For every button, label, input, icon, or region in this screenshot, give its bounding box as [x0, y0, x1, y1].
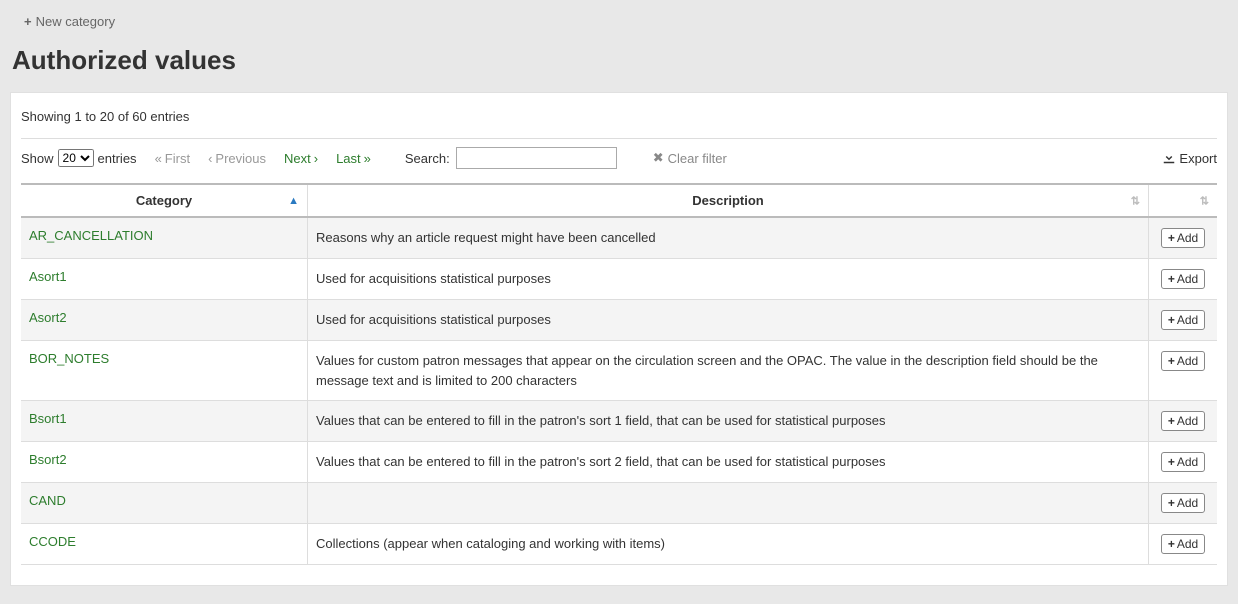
toolbar: Show 20 entries « First ‹ Previous Next …: [21, 139, 1217, 183]
entries-info: Showing 1 to 20 of 60 entries: [21, 103, 1217, 139]
category-cell: Asort2: [21, 300, 308, 341]
action-cell: +Add: [1149, 300, 1218, 341]
add-button[interactable]: +Add: [1161, 534, 1205, 554]
category-link[interactable]: Bsort2: [29, 452, 67, 467]
left-icon: ‹: [208, 151, 212, 166]
plus-icon: +: [1168, 496, 1175, 510]
description-cell: Reasons why an article request might hav…: [308, 217, 1149, 259]
clear-filter-link[interactable]: ✖ Clear filter: [653, 150, 727, 166]
show-select[interactable]: 20: [58, 149, 94, 167]
table-row: Asort2 Used for acquisitions statistical …: [21, 300, 1217, 341]
add-label: Add: [1177, 455, 1198, 469]
category-link[interactable]: CCODE: [29, 534, 76, 549]
col-actions: ⇅: [1149, 184, 1218, 217]
category-cell: Bsort2: [21, 442, 308, 483]
pagination-next[interactable]: Next ›: [284, 151, 318, 166]
add-button[interactable]: +Add: [1161, 452, 1205, 472]
category-link[interactable]: CAND: [29, 493, 66, 508]
right-icon: ›: [314, 151, 318, 166]
add-button[interactable]: +Add: [1161, 411, 1205, 431]
show-suffix: entries: [98, 151, 137, 166]
action-cell: +Add: [1149, 217, 1218, 259]
table-row: CCODE Collections (appear when cataloging…: [21, 524, 1217, 565]
download-icon: [1163, 152, 1175, 164]
action-cell: +Add: [1149, 483, 1218, 524]
pagination-first[interactable]: « First: [155, 151, 191, 166]
add-label: Add: [1177, 537, 1198, 551]
category-link[interactable]: Asort2: [29, 310, 67, 325]
description-cell: [308, 483, 1149, 524]
plus-icon: +: [1168, 537, 1175, 551]
add-button[interactable]: +Add: [1161, 228, 1205, 248]
description-cell: Values for custom patron messages that a…: [308, 341, 1149, 401]
search-input[interactable]: [456, 147, 617, 169]
add-button[interactable]: +Add: [1161, 269, 1205, 289]
add-label: Add: [1177, 272, 1198, 286]
action-cell: +Add: [1149, 524, 1218, 565]
category-link[interactable]: Asort1: [29, 269, 67, 284]
plus-icon: +: [24, 14, 32, 29]
description-cell: Values that can be entered to fill in th…: [308, 442, 1149, 483]
category-cell: Bsort1: [21, 401, 308, 442]
new-category-label: New category: [36, 14, 115, 29]
category-cell: AR_CANCELLATION: [21, 217, 308, 259]
toolbar-left: Show 20 entries « First ‹ Previous Next …: [21, 147, 727, 169]
table-row: Bsort1 Values that can be entered to fill…: [21, 401, 1217, 442]
table-row: AR_CANCELLATION Reasons why an article re…: [21, 217, 1217, 259]
add-button[interactable]: +Add: [1161, 493, 1205, 513]
double-right-icon: »: [364, 151, 371, 166]
description-cell: Collections (appear when cataloging and …: [308, 524, 1149, 565]
action-cell: +Add: [1149, 401, 1218, 442]
category-cell: CCODE: [21, 524, 308, 565]
category-link[interactable]: AR_CANCELLATION: [29, 228, 153, 243]
col-category[interactable]: Category ▲: [21, 184, 308, 217]
add-label: Add: [1177, 313, 1198, 327]
pagination-last[interactable]: Last »: [336, 151, 371, 166]
double-left-icon: «: [155, 151, 162, 166]
description-cell: Values that can be entered to fill in th…: [308, 401, 1149, 442]
add-label: Add: [1177, 354, 1198, 368]
add-label: Add: [1177, 414, 1198, 428]
search-label: Search:: [405, 151, 450, 166]
category-link[interactable]: BOR_NOTES: [29, 351, 109, 366]
search-group: Search:: [405, 147, 617, 169]
description-cell: Used for acquisitions statistical purpos…: [308, 259, 1149, 300]
content-card: Showing 1 to 20 of 60 entries Show 20 en…: [10, 92, 1228, 586]
plus-icon: +: [1168, 354, 1175, 368]
add-button[interactable]: +Add: [1161, 310, 1205, 330]
plus-icon: +: [1168, 231, 1175, 245]
x-icon: ✖: [653, 150, 664, 166]
table-row: Asort1 Used for acquisitions statistical …: [21, 259, 1217, 300]
show-entries-group: Show 20 entries: [21, 149, 137, 167]
category-cell: Asort1: [21, 259, 308, 300]
category-cell: BOR_NOTES: [21, 341, 308, 401]
plus-icon: +: [1168, 272, 1175, 286]
description-cell: Used for acquisitions statistical purpos…: [308, 300, 1149, 341]
action-cell: +Add: [1149, 259, 1218, 300]
pagination-previous[interactable]: ‹ Previous: [208, 151, 266, 166]
sort-asc-icon: ▲: [288, 195, 299, 207]
add-label: Add: [1177, 231, 1198, 245]
page-title: Authorized values: [12, 45, 1228, 76]
action-cell: +Add: [1149, 442, 1218, 483]
plus-icon: +: [1168, 313, 1175, 327]
category-link[interactable]: Bsort1: [29, 411, 67, 426]
add-button[interactable]: +Add: [1161, 351, 1205, 371]
table-row: Bsort2 Values that can be entered to fill…: [21, 442, 1217, 483]
sort-icon: ⇅: [1131, 194, 1140, 207]
sort-icon: ⇅: [1200, 194, 1209, 207]
table-row: BOR_NOTES Values for custom patron messag…: [21, 341, 1217, 401]
category-cell: CAND: [21, 483, 308, 524]
plus-icon: +: [1168, 414, 1175, 428]
col-description[interactable]: Description ⇅: [308, 184, 1149, 217]
values-table: Category ▲ Description ⇅ ⇅ AR_CANCELLATI…: [21, 183, 1217, 565]
action-cell: +Add: [1149, 341, 1218, 401]
table-row: CAND +Add: [21, 483, 1217, 524]
plus-icon: +: [1168, 455, 1175, 469]
export-link[interactable]: Export: [1163, 151, 1217, 166]
new-category-link[interactable]: + New category: [24, 14, 115, 29]
show-prefix: Show: [21, 151, 54, 166]
add-label: Add: [1177, 496, 1198, 510]
